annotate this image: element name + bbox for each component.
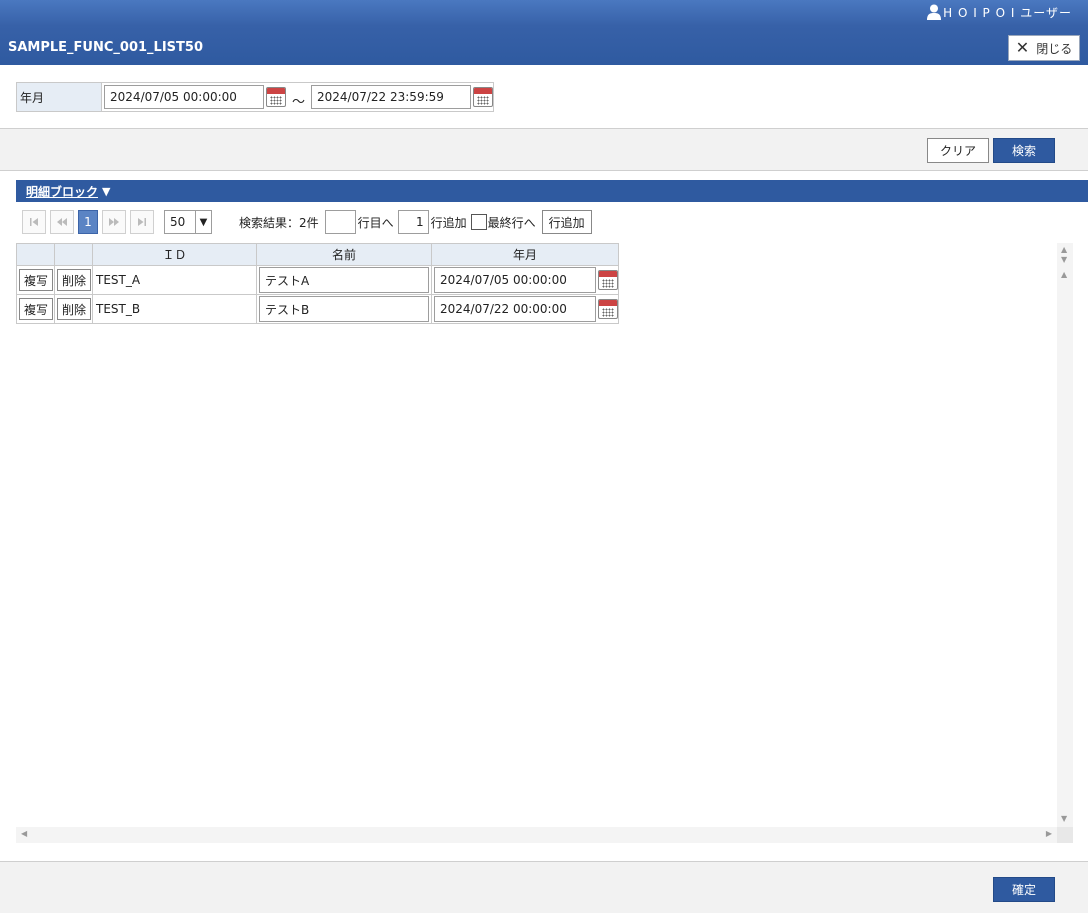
detail-table: ＩＤ 名前 年月 複写 削除 TEST_A テストA 2024/07/05 00… [16,243,619,324]
column-header-id[interactable]: ＩＤ [92,243,257,266]
calendar-icon[interactable] [473,87,493,107]
last-page-button[interactable] [130,210,154,234]
close-icon: ✕ [1015,38,1030,57]
footer-bar: 確定 [0,861,1088,913]
date-input[interactable]: 2024/07/05 00:00:00 [434,267,596,293]
add-row-count-label: 行追加 [430,215,467,230]
add-row-button[interactable]: 行追加 [541,210,592,234]
name-input[interactable]: テストA [259,267,429,293]
date-to-input[interactable]: 2024/07/22 23:59:59 [311,85,472,109]
date-from-input[interactable]: 2024/07/05 00:00:00 [104,85,265,109]
scroll-left-icon[interactable]: ◀ [21,829,27,838]
calendar-icon[interactable] [598,270,618,290]
result-count: 検索結果：2件 [239,215,319,230]
column-header-delete [54,243,93,266]
detail-block-title[interactable]: 明細ブロック [26,183,98,200]
table-header-row: ＩＤ 名前 年月 [16,243,619,266]
scroll-up-icon[interactable]: ▲ [1061,245,1067,254]
row-id: TEST_B [92,294,257,324]
user-name: H O I P O I ユーザー [943,5,1072,20]
scroll-down-icon[interactable]: ▼ [1061,814,1067,823]
search-button[interactable]: 検索 [993,138,1055,163]
close-button[interactable]: ✕ 閉じる [1008,35,1080,61]
row-id: TEST_A [92,265,257,295]
column-header-name[interactable]: 名前 [256,243,432,266]
user-menu[interactable]: H O I P O I ユーザー [927,3,1072,21]
pager: 1 50 ▼ 検索結果：2件 行目へ 1 行追加 最終行へ 行追加 [22,209,592,235]
delete-row-button[interactable]: 削除 [57,298,91,320]
scrollbar-corner [1057,827,1073,843]
collapse-toggle-icon[interactable]: ▼ [102,185,110,198]
first-page-button[interactable] [22,210,46,234]
add-row-count-input[interactable]: 1 [397,210,429,234]
scroll-up-icon[interactable]: ▲ [1061,270,1067,279]
confirm-button[interactable]: 確定 [993,877,1055,902]
app-header: H O I P O I ユーザー SAMPLE_FUNC_001_LIST50 … [0,0,1088,65]
goto-row-label: 行目へ [357,215,394,230]
last-page-icon [138,218,146,226]
calendar-icon[interactable] [266,87,286,107]
next-page-icon [109,218,119,226]
last-row-checkbox[interactable] [470,214,487,230]
prev-page-button[interactable] [50,210,74,234]
clear-button[interactable]: クリア [927,138,989,163]
page-size-select[interactable]: 50 ▼ [164,210,212,234]
user-icon [927,4,942,20]
detail-block-header[interactable]: 明細ブロック ▼ [16,180,1088,202]
chevron-down-icon[interactable]: ▼ [195,211,211,233]
delete-row-button[interactable]: 削除 [57,269,91,291]
last-row-label: 最終行へ [487,215,536,230]
page-size-value: 50 [170,215,186,229]
prev-page-icon [57,218,67,226]
first-page-icon [30,218,38,226]
vertical-scrollbar[interactable]: ▲ ▼ ▲ ▼ [1057,243,1073,827]
copy-row-button[interactable]: 複写 [19,298,53,320]
search-button-bar: クリア 検索 [0,128,1088,171]
page-title: SAMPLE_FUNC_001_LIST50 [8,40,203,55]
table-row: 複写 削除 TEST_B テストB 2024/07/22 00:00:00 [16,294,619,324]
calendar-icon[interactable] [598,299,618,319]
close-label: 閉じる [1036,41,1073,56]
date-range-label: 年月 [17,83,103,111]
next-page-button[interactable] [102,210,126,234]
goto-row-input[interactable] [324,210,356,234]
horizontal-scrollbar[interactable]: ◀ ▶ [16,827,1057,843]
range-separator: ～ [292,94,306,110]
copy-row-button[interactable]: 複写 [19,269,53,291]
name-input[interactable]: テストB [259,296,429,322]
current-page[interactable]: 1 [78,210,98,234]
scroll-down-icon[interactable]: ▼ [1061,255,1067,264]
search-condition-row: 年月 2024/07/05 00:00:00 ～ 2024/07/22 23:5… [16,82,494,112]
column-header-date[interactable]: 年月 [431,243,619,266]
scroll-right-icon[interactable]: ▶ [1046,829,1052,838]
column-header-copy [16,243,55,266]
date-input[interactable]: 2024/07/22 00:00:00 [434,296,596,322]
table-row: 複写 削除 TEST_A テストA 2024/07/05 00:00:00 [16,265,619,295]
